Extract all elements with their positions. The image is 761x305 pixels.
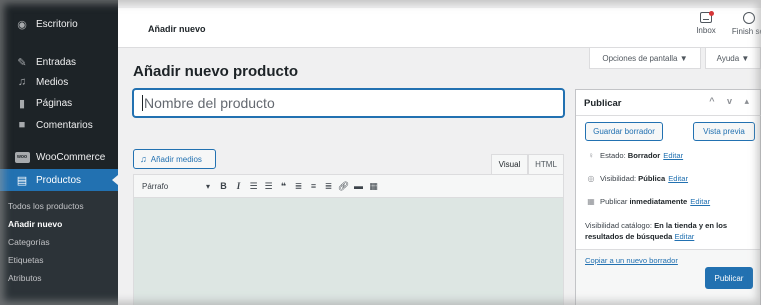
box-controls-icon[interactable]: ^ v ▴ xyxy=(709,96,754,107)
publish-box-header: Publicar ^ v ▴ xyxy=(576,90,761,116)
submenu-item-atributos[interactable]: Atributos xyxy=(8,273,42,283)
edit-schedule-link[interactable]: Editar xyxy=(690,197,710,206)
sidebar-item-label: Productos xyxy=(36,174,82,186)
edit-visibility-link[interactable]: Editar xyxy=(668,174,688,183)
sidebar-item-label: WooCommerce xyxy=(36,151,106,163)
products-submenu: Todos los productos Añadir nuevo Categor… xyxy=(0,191,118,305)
catalog-visibility-row: Visibilidad catálogo: En la tienda y en … xyxy=(585,220,757,242)
progress-circle-icon xyxy=(743,12,755,24)
editor-toolbar: Párrafo ▾ B I ☰ ☰ ❝ ≣ ≡ ≣ 🔗︎ ▬ ▦ xyxy=(133,174,564,198)
comments-icon: ■ xyxy=(18,119,26,131)
sidebar-item-label: Escritorio xyxy=(36,18,78,30)
notification-dot-icon xyxy=(709,11,714,16)
save-draft-button[interactable]: Guardar borrador xyxy=(585,122,663,141)
submenu-item-etiquetas[interactable]: Etiquetas xyxy=(8,255,43,265)
sidebar-item-entradas[interactable]: ✎ Entradas xyxy=(0,51,118,73)
visibility-label: Visibilidad: xyxy=(600,174,637,183)
sidebar-item-woocommerce[interactable]: woo WooCommerce xyxy=(0,146,118,168)
top-header: Añadir nuevo Inbox Finish set xyxy=(118,8,761,48)
publish-box-title: Publicar xyxy=(584,98,622,109)
sidebar-item-medios[interactable]: ♫ Medios xyxy=(0,71,118,93)
align-center-icon[interactable]: ≡ xyxy=(306,181,321,191)
media-icon: ♫ xyxy=(17,76,27,88)
align-right-icon[interactable]: ≣ xyxy=(321,181,336,192)
pin-icon: ✎ xyxy=(17,56,27,69)
bold-icon[interactable]: B xyxy=(216,181,231,191)
visibility-row: ◎ Visibilidad: Pública Editar xyxy=(585,174,689,183)
sidebar-item-paginas[interactable]: ▮ Páginas xyxy=(0,92,118,114)
page-title: Añadir nuevo producto xyxy=(133,63,298,80)
tab-visual[interactable]: Visual xyxy=(491,154,528,174)
schedule-value: inmediatamente xyxy=(629,197,688,206)
preview-button[interactable]: Vista previa xyxy=(693,122,755,141)
read-more-icon[interactable]: ▬ xyxy=(351,181,366,191)
header-title: Añadir nuevo xyxy=(148,24,206,34)
submenu-item-todos[interactable]: Todos los productos xyxy=(8,201,84,211)
sidebar-item-escritorio[interactable]: ◉ Escritorio xyxy=(0,13,118,35)
inbox-button[interactable]: Inbox xyxy=(686,11,726,35)
pin-icon: ♀ xyxy=(588,151,594,160)
eye-icon: ◎ xyxy=(587,174,595,183)
bullet-list-icon[interactable]: ☰ xyxy=(246,181,261,192)
product-name-input[interactable]: Nombre del producto xyxy=(133,89,564,117)
sidebar-item-label: Medios xyxy=(36,76,69,88)
edit-status-link[interactable]: Editar xyxy=(663,151,683,160)
link-icon[interactable]: 🔗︎ xyxy=(336,181,351,192)
catalog-label: Visibilidad catálogo: xyxy=(585,221,652,230)
pages-icon: ▮ xyxy=(18,97,26,110)
toolbar-toggle-icon[interactable]: ▦ xyxy=(366,181,381,192)
sidebar-item-productos[interactable]: ▤ Productos xyxy=(0,169,118,191)
finish-setup-button[interactable]: Finish set xyxy=(724,12,761,36)
admin-sidebar: ◉ Escritorio ✎ Entradas ♫ Medios ▮ Págin… xyxy=(0,0,118,305)
copy-to-draft-link[interactable]: Copiar a un nuevo borrador xyxy=(585,256,678,265)
finish-setup-label: Finish set xyxy=(731,27,761,36)
submenu-item-categorias[interactable]: Categorías xyxy=(8,237,50,247)
status-value: Borrador xyxy=(627,151,661,160)
status-row: ♀ Estado: Borrador Editar xyxy=(585,151,683,160)
format-select-value: Párrafo xyxy=(142,181,169,191)
edit-catalog-link[interactable]: Editar xyxy=(674,232,694,241)
numbered-list-icon[interactable]: ☰ xyxy=(261,181,276,192)
status-label: Estado: xyxy=(600,151,626,160)
tab-html[interactable]: HTML xyxy=(528,154,564,174)
product-name-placeholder: Nombre del producto xyxy=(144,95,275,111)
dashboard-icon: ◉ xyxy=(17,18,27,31)
publish-button[interactable]: Publicar xyxy=(705,267,753,289)
calendar-icon: ▦ xyxy=(587,197,595,206)
italic-icon[interactable]: I xyxy=(231,181,246,191)
screen-options-button[interactable]: Opciones de pantalla ▼ xyxy=(589,48,701,69)
editor-content-area[interactable] xyxy=(133,198,564,305)
sidebar-item-comentarios[interactable]: ■ Comentarios xyxy=(0,114,118,136)
add-media-button[interactable]: ♫ Añadir medios xyxy=(133,149,216,169)
sidebar-item-label: Entradas xyxy=(36,56,77,68)
format-select[interactable]: Párrafo ▾ xyxy=(142,182,210,191)
text-caret xyxy=(142,95,143,111)
align-left-icon[interactable]: ≣ xyxy=(291,181,306,192)
add-media-label: Añadir medios xyxy=(150,154,202,164)
woocommerce-icon: woo xyxy=(14,150,30,164)
media-icon: ♫ xyxy=(140,154,147,164)
submenu-item-anadir-nuevo[interactable]: Añadir nuevo xyxy=(8,219,62,229)
visibility-value: Pública xyxy=(638,174,666,183)
blockquote-icon[interactable]: ❝ xyxy=(276,181,291,192)
sidebar-item-label: Páginas xyxy=(36,97,73,109)
schedule-label: Publicar xyxy=(600,197,628,206)
help-button[interactable]: Ayuda ▼ xyxy=(705,48,761,69)
chevron-down-icon: ▾ xyxy=(205,181,210,191)
inbox-label: Inbox xyxy=(696,26,716,35)
sidebar-item-label: Comentarios xyxy=(36,119,93,131)
products-icon: ▤ xyxy=(16,174,28,187)
schedule-row: ▦ Publicar inmediatamente Editar xyxy=(585,197,710,206)
